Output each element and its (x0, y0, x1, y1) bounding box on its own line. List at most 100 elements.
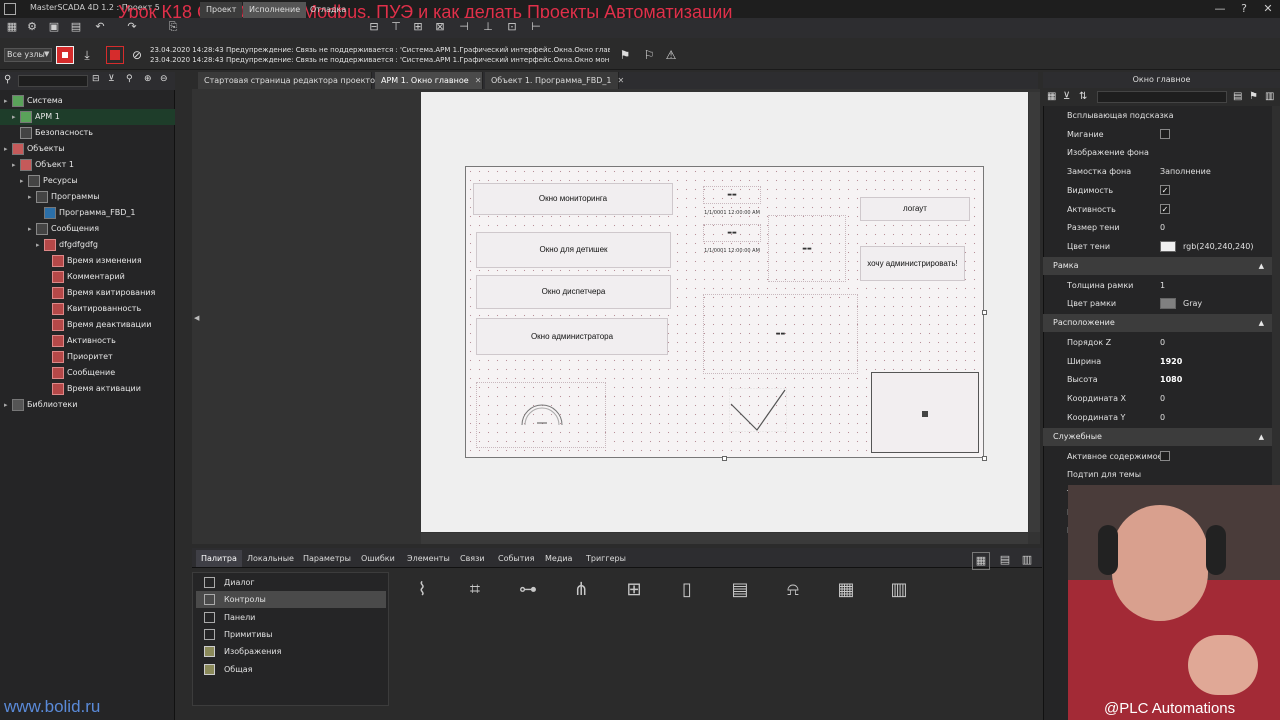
expand-icon[interactable]: ▸ (4, 397, 12, 413)
property-value[interactable]: 0 (1160, 333, 1165, 352)
dispatcher-window-button[interactable]: Окно диспетчера (476, 275, 671, 309)
property-checkbox[interactable]: ✓ (1160, 184, 1170, 195)
align-right-icon[interactable]: ⊣ (456, 19, 472, 35)
color-swatch[interactable] (1160, 240, 1176, 252)
palette-category[interactable]: Примитивы (196, 626, 386, 643)
close-icon[interactable]: ✕ (475, 76, 482, 85)
report-icon[interactable]: ▤ (728, 578, 752, 602)
ack-all-icon[interactable]: ⚐ (640, 46, 658, 64)
trend-icon[interactable]: ⌇ (410, 578, 434, 602)
palette-category[interactable]: Панели (196, 609, 386, 626)
property-row[interactable]: Всплывающая подсказка (1043, 106, 1272, 125)
palette-category[interactable]: Общая (196, 661, 386, 678)
palette-category[interactable]: Диалог (196, 574, 386, 591)
property-row[interactable]: Цвет рамки Gray (1043, 294, 1272, 313)
property-row[interactable]: Размер тени 0 (1043, 218, 1272, 237)
bottom-tab[interactable]: Триггеры (581, 550, 631, 567)
close-button[interactable]: ✕ (1256, 0, 1280, 18)
property-row[interactable]: Ширина 1920 (1043, 352, 1272, 371)
property-section[interactable]: Рамка ▲ (1043, 256, 1272, 275)
align-top-icon[interactable]: ⊤ (388, 19, 404, 35)
text-field[interactable]: ▬▬ (703, 186, 761, 204)
tab-debug[interactable]: Отладка (304, 2, 352, 18)
logout-button[interactable]: логаут (860, 197, 970, 221)
expand-icon[interactable]: ▸ (4, 141, 12, 157)
tree-item[interactable]: ▸ Сообщения (0, 221, 175, 237)
expand-icon[interactable]: ▸ (36, 237, 44, 253)
chevron-up-icon[interactable]: ▲ (1259, 428, 1264, 446)
tree-item[interactable]: Время активации (0, 381, 175, 397)
property-value[interactable]: rgb(240,240,240) (1183, 237, 1253, 256)
tree-item[interactable]: ▸ Система (0, 93, 175, 109)
palette-category[interactable]: Изображения (196, 643, 386, 660)
expand-icon[interactable]: ▸ (12, 157, 20, 173)
tree-item[interactable]: ▸ Объекты (0, 141, 175, 157)
resize-handle[interactable] (722, 456, 727, 461)
text-field[interactable]: ▬▬ (703, 224, 761, 242)
xy-chart-icon[interactable]: ⌗ (463, 578, 487, 602)
sidebar-icon[interactable]: ▥ (1265, 91, 1274, 102)
gauge-widget[interactable] (476, 382, 606, 448)
hierarchy-icon[interactable]: ⋔ (569, 578, 593, 602)
property-value[interactable]: 1920 (1160, 352, 1182, 371)
want-admin-button[interactable]: хочу администрировать! (860, 246, 965, 281)
expand-icon[interactable]: ▸ (4, 93, 12, 109)
image-widget[interactable] (871, 372, 979, 453)
property-row[interactable]: Мигание (1043, 125, 1272, 144)
expand-icon[interactable]: ▸ (12, 109, 20, 125)
property-row[interactable]: Порядок Z 0 (1043, 333, 1272, 352)
display-box[interactable]: ▬▬ (768, 215, 846, 282)
tree-item[interactable]: ▸ Программы (0, 189, 175, 205)
chevron-up-icon[interactable]: ▲ (1259, 314, 1264, 332)
flag-icon[interactable]: ⚑ (1249, 91, 1258, 102)
bottom-tab[interactable]: Локальные (242, 550, 299, 567)
tree-item[interactable]: Приоритет (0, 349, 175, 365)
categorize-icon[interactable]: ▦ (1047, 91, 1056, 102)
resize-handle[interactable] (982, 456, 987, 461)
alarm-bell-icon[interactable]: ⍾ (781, 578, 805, 602)
digits-icon[interactable]: ▦ (834, 578, 858, 602)
stop-button[interactable] (56, 46, 74, 64)
filter-icon[interactable]: ⊻ (1063, 91, 1070, 102)
property-checkbox[interactable]: ✓ (1160, 203, 1170, 214)
download-icon[interactable]: ⤓ (78, 46, 96, 64)
property-row[interactable]: Видимость ✓ (1043, 181, 1272, 200)
tree-item[interactable]: Комментарий (0, 269, 175, 285)
tab-start-page[interactable]: Стартовая страница редактора проектов✕ (198, 72, 392, 89)
settings-icon[interactable]: ⚙ (24, 19, 40, 35)
property-row[interactable]: Высота 1080 (1043, 370, 1272, 389)
color-swatch[interactable] (1160, 298, 1176, 310)
bottom-tab[interactable]: Элементы (402, 550, 455, 567)
collapse-left-icon[interactable]: ◀ (194, 314, 199, 322)
property-row[interactable]: Активность ✓ (1043, 200, 1272, 219)
kids-window-button[interactable]: Окно для детишек (476, 232, 671, 268)
view-large-icons-icon[interactable]: ▦ (972, 552, 990, 570)
tree-item[interactable]: Время изменения (0, 253, 175, 269)
tab-project[interactable]: Проект (200, 2, 243, 18)
tab-main-window[interactable]: АРМ 1. Окно главное ✕ (375, 72, 483, 89)
list-icon[interactable]: ▤ (1233, 91, 1242, 102)
table-chart-icon[interactable]: ⊞ (622, 578, 646, 602)
search-icon[interactable]: ⚲ (126, 74, 133, 84)
export-icon[interactable]: ⎘ (165, 19, 181, 35)
view-columns-icon[interactable]: ▥ (1018, 552, 1036, 570)
vertical-scrollbar[interactable] (1029, 92, 1040, 532)
ack-icon[interactable]: ⚑ (616, 46, 634, 64)
tree-item[interactable]: Сообщение (0, 365, 175, 381)
tree-item[interactable]: ▸ АРМ 1 (0, 109, 175, 125)
property-checkbox[interactable] (1160, 450, 1170, 461)
disconnect-icon[interactable] (106, 46, 124, 64)
view-list-icon[interactable]: ▤ (996, 552, 1014, 570)
close-icon[interactable]: ✕ (618, 76, 625, 85)
property-row[interactable]: Толщина рамки 1 (1043, 276, 1272, 295)
bottom-tab[interactable]: Связи (455, 550, 490, 567)
property-value[interactable]: 0 (1160, 218, 1165, 237)
property-section[interactable]: Расположение ▲ (1043, 314, 1272, 332)
chevron-up-icon[interactable]: ▲ (1259, 257, 1264, 275)
admin-window-button[interactable]: Окно администратора (476, 318, 668, 355)
tree-item[interactable]: ▸ dfgdfgdfg (0, 237, 175, 253)
palette-category[interactable]: Контролы (196, 591, 386, 609)
bottom-tab[interactable]: Медиа (540, 550, 577, 567)
minimize-button[interactable]: — (1208, 0, 1232, 18)
property-row[interactable]: Изображение фона (1043, 143, 1272, 162)
